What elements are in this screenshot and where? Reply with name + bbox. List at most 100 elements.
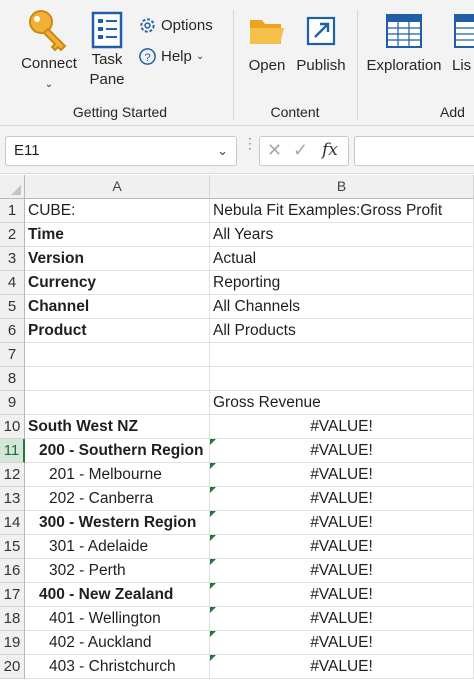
cell-b[interactable]: All Channels <box>210 295 474 319</box>
table-row: 13 202 - Canberra #VALUE! <box>0 487 474 511</box>
group-label-getting-started: Getting Started <box>72 104 168 120</box>
cell-a[interactable]: Currency <box>25 271 210 295</box>
cell-a[interactable]: Product <box>25 319 210 343</box>
cell-b[interactable]: #VALUE! <box>210 631 474 655</box>
cell-b[interactable]: Gross Revenue <box>210 391 474 415</box>
cell-b[interactable]: #VALUE! <box>210 487 474 511</box>
cell-a[interactable] <box>25 367 210 391</box>
row-header[interactable]: 5 <box>0 295 25 319</box>
cell-b[interactable]: #VALUE! <box>210 559 474 583</box>
row-header[interactable]: 17 <box>0 583 25 607</box>
cell-a[interactable]: 300 - Western Region <box>25 511 210 535</box>
publish-icon <box>306 16 336 46</box>
row-header[interactable]: 9 <box>0 391 25 415</box>
row-header[interactable]: 11 <box>0 439 25 463</box>
select-all-corner[interactable] <box>0 175 25 199</box>
connect-label: Connect <box>21 55 77 72</box>
column-header-b[interactable]: B <box>210 175 474 199</box>
row-header[interactable]: 16 <box>0 559 25 583</box>
row-header[interactable]: 14 <box>0 511 25 535</box>
name-box[interactable]: E11 ⌄ <box>5 136 237 166</box>
cell-a[interactable]: 401 - Wellington <box>25 607 210 631</box>
row-header[interactable]: 8 <box>0 367 25 391</box>
row-header[interactable]: 6 <box>0 319 25 343</box>
insert-function-icon[interactable]: fx <box>322 140 338 160</box>
help-button[interactable]: ? Help ⌄ <box>138 47 204 66</box>
cell-a[interactable] <box>25 343 210 367</box>
cell-b[interactable]: #VALUE! <box>210 439 474 463</box>
cell-b[interactable]: Reporting <box>210 271 474 295</box>
row-header[interactable]: 10 <box>0 415 25 439</box>
cell-a[interactable]: Channel <box>25 295 210 319</box>
cell-a[interactable]: 302 - Perth <box>25 559 210 583</box>
formula-bar: E11 ⌄ ⋮ ✕ ✓ fx <box>0 126 474 174</box>
cell-b[interactable]: #VALUE! <box>210 463 474 487</box>
row-header[interactable]: 15 <box>0 535 25 559</box>
open-button[interactable]: Open <box>243 12 291 76</box>
ribbon: Connect ⌄ Task Pane Options ? Help ⌄ Get… <box>0 0 474 126</box>
task-pane-button[interactable]: Task Pane <box>82 10 132 90</box>
table-row: 3 Version Actual <box>0 247 474 271</box>
group-label-content: Content <box>270 104 320 120</box>
cancel-icon[interactable]: ✕ <box>267 140 282 161</box>
exploration-button[interactable]: Exploration <box>364 12 444 76</box>
publish-button[interactable]: Publish <box>294 12 348 76</box>
row-header[interactable]: 2 <box>0 223 25 247</box>
table-row: 9 Gross Revenue <box>0 391 474 415</box>
cell-b[interactable]: #VALUE! <box>210 607 474 631</box>
cell-b[interactable] <box>210 367 474 391</box>
cell-b[interactable]: #VALUE! <box>210 535 474 559</box>
row-header[interactable]: 4 <box>0 271 25 295</box>
cell-a[interactable]: Version <box>25 247 210 271</box>
row-header[interactable]: 3 <box>0 247 25 271</box>
list-icon <box>454 14 474 48</box>
table-row: 2 Time All Years <box>0 223 474 247</box>
row-header[interactable]: 20 <box>0 655 25 679</box>
table-row: 19 402 - Auckland #VALUE! <box>0 631 474 655</box>
cell-a[interactable] <box>25 391 210 415</box>
row-header[interactable]: 19 <box>0 631 25 655</box>
cell-b[interactable]: Nebula Fit Examples:Gross Profit <box>210 199 474 223</box>
cell-a[interactable]: 202 - Canberra <box>25 487 210 511</box>
list-button[interactable]: Lis <box>452 12 474 76</box>
cell-a[interactable]: 402 - Auckland <box>25 631 210 655</box>
key-icon <box>29 10 67 52</box>
formula-bar-resize-handle[interactable]: ⋮ <box>243 136 257 150</box>
cell-b[interactable]: #VALUE! <box>210 655 474 679</box>
exploration-label: Exploration <box>366 57 442 74</box>
row-header[interactable]: 1 <box>0 199 25 223</box>
cell-a[interactable]: Time <box>25 223 210 247</box>
exploration-icon <box>386 14 422 48</box>
help-label: Help <box>161 48 192 65</box>
name-box-value: E11 <box>14 142 40 159</box>
cell-b[interactable]: #VALUE! <box>210 511 474 535</box>
chevron-down-icon[interactable]: ⌄ <box>217 143 228 159</box>
cell-b[interactable]: #VALUE! <box>210 415 474 439</box>
table-row: 5 Channel All Channels <box>0 295 474 319</box>
cell-a[interactable]: 200 - Southern Region <box>25 439 210 463</box>
row-header[interactable]: 12 <box>0 463 25 487</box>
options-button[interactable]: Options <box>138 16 213 35</box>
table-row: 18 401 - Wellington #VALUE! <box>0 607 474 631</box>
row-header[interactable]: 7 <box>0 343 25 367</box>
row-header[interactable]: 18 <box>0 607 25 631</box>
formula-input[interactable] <box>354 136 474 166</box>
spreadsheet-grid: A B 1 CUBE: Nebula Fit Examples:Gross Prof… <box>0 175 474 687</box>
cell-a[interactable]: 403 - Christchurch <box>25 655 210 679</box>
row-header[interactable]: 13 <box>0 487 25 511</box>
cell-b[interactable] <box>210 343 474 367</box>
cell-a[interactable]: CUBE: <box>25 199 210 223</box>
cell-a[interactable]: 301 - Adelaide <box>25 535 210 559</box>
cell-b[interactable]: All Products <box>210 319 474 343</box>
table-row: 7 <box>0 343 474 367</box>
cell-b[interactable]: #VALUE! <box>210 583 474 607</box>
cell-a[interactable]: 201 - Melbourne <box>25 463 210 487</box>
connect-button[interactable]: Connect ⌄ <box>14 8 84 91</box>
enter-icon[interactable]: ✓ <box>293 140 308 161</box>
column-header-a[interactable]: A <box>25 175 210 199</box>
cell-b[interactable]: Actual <box>210 247 474 271</box>
cell-a[interactable]: South West NZ <box>25 415 210 439</box>
task-pane-label-1: Task <box>91 51 123 68</box>
cell-a[interactable]: 400 - New Zealand <box>25 583 210 607</box>
cell-b[interactable]: All Years <box>210 223 474 247</box>
